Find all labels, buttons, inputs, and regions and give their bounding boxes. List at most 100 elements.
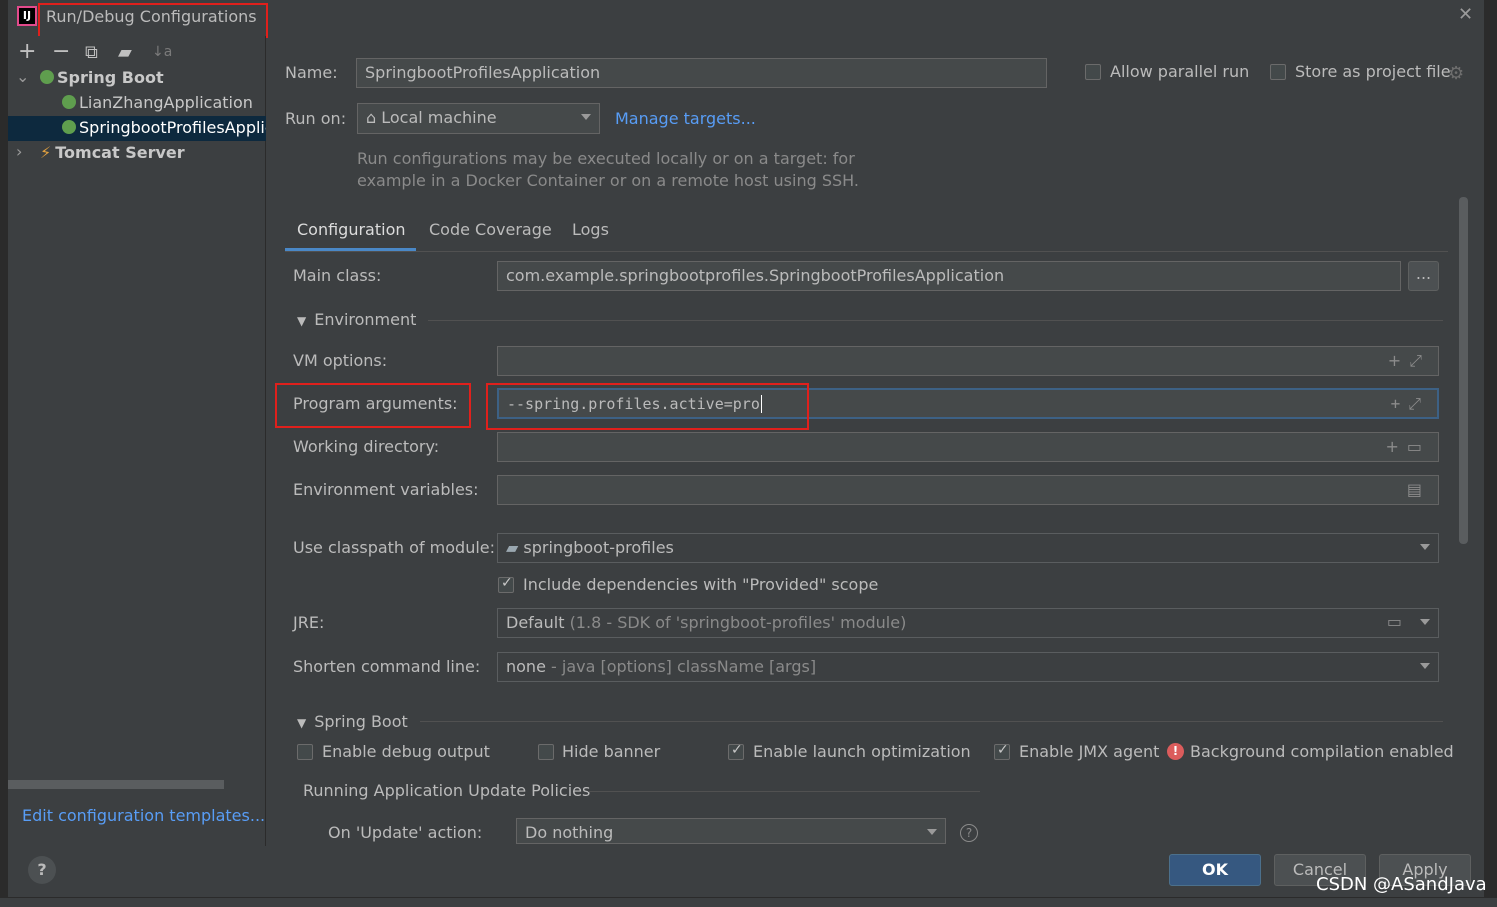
tree-label-lianzhang: LianZhangApplication (79, 93, 253, 112)
classpath-value: springboot-profiles (523, 538, 674, 557)
environment-variables-label: Environment variables: (293, 480, 479, 499)
edit-env-icon[interactable]: ▤ (1407, 480, 1430, 499)
browse-main-class-button[interactable]: ... (1408, 261, 1439, 291)
main-class-field[interactable]: com.example.springbootprofiles.Springboo… (497, 261, 1401, 291)
chevron-right-icon[interactable]: › (16, 142, 22, 161)
shorten-command-dropdown[interactable]: none - java [options] className [args] (497, 652, 1439, 682)
tab-code-coverage[interactable]: Code Coverage (429, 220, 552, 239)
program-arguments-actions[interactable]: +⤢ (1391, 394, 1429, 414)
copy-icon[interactable]: ⧉ (85, 42, 98, 63)
help-button[interactable]: ? (28, 856, 56, 884)
on-update-value: Do nothing (525, 823, 614, 842)
highlight-box-program-args-label (275, 383, 471, 428)
spring-boot-divider (420, 721, 1443, 722)
collapse-icon: ▼ (297, 314, 307, 328)
name-field[interactable]: SpringbootProfilesApplication (356, 58, 1047, 88)
spring-boot-app-icon (62, 95, 76, 109)
environment-variables-field[interactable]: ▤ (497, 475, 1439, 505)
chevron-down-icon (581, 114, 591, 120)
question-icon[interactable]: ? (960, 824, 978, 842)
jre-value: Default (506, 613, 565, 632)
include-deps-checkbox[interactable] (498, 575, 514, 593)
gear-icon[interactable]: ⚙ (1448, 63, 1464, 84)
tree-item-springboot-profiles[interactable]: SpringbootProfilesApplic (8, 116, 266, 141)
chevron-down-icon (1420, 544, 1430, 550)
vm-options-actions[interactable]: +⤢ (1388, 351, 1430, 371)
background-editor-strip (0, 0, 8, 907)
store-project-label: Store as project file (1295, 62, 1451, 81)
chevron-down-icon (927, 829, 937, 835)
main-class-label: Main class: (293, 266, 382, 285)
jmx-agent-checkbox[interactable] (994, 742, 1010, 760)
footer-bar (8, 846, 1484, 897)
content-scrollbar[interactable] (1459, 197, 1468, 544)
home-icon: ⌂ (366, 108, 382, 127)
folder-icon[interactable]: ▰ (118, 42, 132, 63)
hide-banner-checkbox[interactable] (538, 744, 554, 760)
app-icon: IJ (17, 6, 37, 26)
sort-icon[interactable]: ↓a (152, 44, 172, 60)
chevron-down-icon[interactable]: ⌄ (16, 67, 29, 86)
chevron-down-icon[interactable] (1420, 619, 1430, 625)
tree-item-lianzhang[interactable]: LianZhangApplication (8, 91, 266, 116)
shorten-detail: - java [options] className [args] (551, 657, 817, 676)
vm-options-field[interactable]: +⤢ (497, 346, 1439, 376)
manage-targets-link[interactable]: Manage targets... (615, 109, 756, 128)
working-directory-label: Working directory: (293, 437, 440, 456)
classpath-label: Use classpath of module: (293, 538, 496, 557)
spring-boot-icon (40, 70, 54, 84)
working-directory-actions[interactable]: +▭ (1385, 437, 1430, 456)
tree-label-springboot-profiles: SpringbootProfilesApplic (79, 118, 266, 137)
error-icon: ! (1167, 743, 1184, 760)
tree-node-tomcat[interactable]: › ⚡ Tomcat Server (8, 141, 266, 166)
chevron-down-icon (1420, 663, 1430, 669)
tree-label-spring-boot: Spring Boot (57, 68, 164, 87)
environment-divider (428, 320, 1443, 321)
watermark: CSDN @ASandJava (1316, 874, 1487, 895)
highlight-box-title (38, 3, 268, 38)
run-on-dropdown[interactable]: ⌂ Local machine (357, 103, 600, 134)
vm-options-label: VM options: (293, 351, 388, 370)
jre-field[interactable]: Default (1.8 - SDK of 'springboot-profil… (497, 608, 1439, 638)
name-label: Name: (285, 63, 338, 82)
allow-parallel-checkbox[interactable] (1085, 64, 1101, 80)
launch-optimization-checkbox[interactable] (728, 742, 744, 760)
allow-parallel-label: Allow parallel run (1110, 62, 1250, 81)
folder-open-icon[interactable]: ▭ (1387, 612, 1402, 631)
classpath-dropdown[interactable]: ▰ springboot-profiles (497, 533, 1439, 563)
close-icon[interactable]: ✕ (1458, 4, 1473, 25)
tree-node-spring-boot[interactable]: ⌄ Spring Boot (8, 66, 266, 91)
highlight-box-program-args-value (486, 383, 809, 430)
debug-output-label: Enable debug output (322, 742, 490, 761)
tabs-divider (285, 251, 1448, 252)
run-on-label: Run on: (285, 109, 347, 128)
bg-compilation-label: Background compilation enabled (1190, 742, 1454, 761)
working-directory-field[interactable]: +▭ (497, 432, 1439, 462)
update-policies-divider (588, 791, 980, 792)
run-on-value: Local machine (381, 108, 497, 127)
ok-button[interactable]: OK (1169, 854, 1261, 886)
tab-logs[interactable]: Logs (572, 220, 609, 239)
remove-icon[interactable]: − (52, 39, 70, 64)
spring-boot-section[interactable]: ▼ Spring Boot (297, 712, 408, 731)
environment-section[interactable]: ▼ Environment (297, 310, 416, 329)
edit-templates-link[interactable]: Edit configuration templates... (22, 806, 265, 825)
jre-label: JRE: (293, 613, 325, 632)
launch-optimization-label: Enable launch optimization (753, 742, 971, 761)
run-on-hint-line2: example in a Docker Container or on a re… (357, 171, 859, 190)
tab-configuration[interactable]: Configuration (297, 220, 406, 239)
background-editor-strip-right (1484, 0, 1497, 907)
run-on-hint-line1: Run configurations may be executed local… (357, 149, 855, 168)
debug-output-checkbox[interactable] (297, 744, 313, 760)
store-project-checkbox[interactable] (1270, 64, 1286, 80)
jre-detail: (1.8 - SDK of 'springboot-profiles' modu… (569, 613, 907, 632)
add-icon[interactable]: + (18, 39, 36, 64)
include-deps-label: Include dependencies with "Provided" sco… (523, 575, 879, 594)
sidebar-scrollbar[interactable] (8, 780, 224, 789)
tomcat-icon: ⚡ (40, 143, 52, 162)
on-update-dropdown[interactable]: Do nothing (516, 818, 946, 844)
module-folder-icon: ▰ (506, 538, 519, 557)
jmx-agent-label: Enable JMX agent (1019, 742, 1160, 761)
update-policies-label: Running Application Update Policies (303, 781, 591, 800)
shorten-command-label: Shorten command line: (293, 657, 481, 676)
